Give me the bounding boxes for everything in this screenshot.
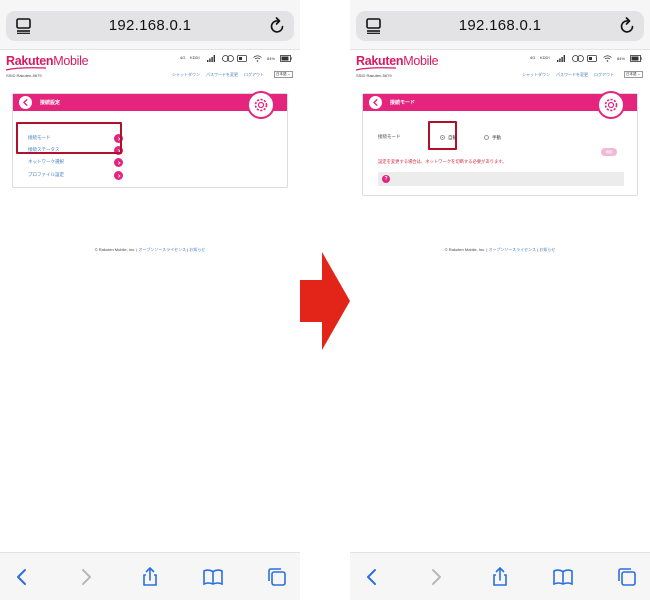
connection-mode-card: 接続モード 接続モード 自動 手動 適用 設定を変更する場合は、ネットワークを切…: [362, 91, 638, 196]
back-icon[interactable]: [362, 567, 382, 587]
radio-manual[interactable]: 手動: [484, 135, 504, 143]
shutdown-link[interactable]: シャットダウン: [172, 72, 200, 78]
share-icon[interactable]: [490, 567, 510, 587]
url-text[interactable]: 192.168.0.1: [356, 17, 644, 34]
page-title: 接続モード: [390, 100, 416, 106]
roaming-icon: [222, 55, 234, 62]
logout-link[interactable]: ログアウト: [244, 72, 264, 78]
arrow-right-icon: [300, 252, 350, 350]
forward-icon[interactable]: [426, 567, 446, 587]
browser-toolbar: 192.168.0.1: [350, 0, 650, 50]
tabs-icon[interactable]: [617, 567, 637, 587]
language-select[interactable]: 日本語 ⌄: [624, 71, 643, 78]
menu-item-network-select[interactable]: ネットワーク選択: [28, 158, 123, 167]
phone-screen-right: 192.168.0.1 RakutenMobile SSID Rakuten-5…: [350, 0, 650, 600]
browser-bottom-toolbar: [350, 552, 650, 600]
ssid-label: SSID Rakuten-5679: [356, 73, 392, 78]
language-select[interactable]: 日本語 ⌄: [274, 71, 293, 78]
footer: © Rakuten Mobile, Inc. | オープンソースライセンス | …: [94, 247, 206, 252]
logout-link[interactable]: ログアウト: [594, 72, 614, 78]
browser-bottom-toolbar: [0, 552, 300, 600]
battery-icon: [630, 55, 642, 62]
change-password-link[interactable]: パスワードを変更: [556, 72, 588, 78]
highlight-box-connection-mode: [16, 122, 122, 154]
connection-mode-label: 接続モード: [378, 134, 401, 139]
back-icon[interactable]: [12, 567, 32, 587]
address-bar[interactable]: 192.168.0.1: [356, 11, 644, 41]
arrow-right-icon: [114, 158, 123, 167]
sim-icon: [237, 55, 247, 62]
notices-link[interactable]: お知らせ: [189, 247, 205, 252]
battery-icon: [280, 55, 292, 62]
shutdown-link[interactable]: シャットダウン: [522, 72, 550, 78]
phone-screen-left: 192.168.0.1 RakutenMobile SSID Rakuten-5…: [0, 0, 300, 600]
rakuten-logo: RakutenMobile: [356, 54, 439, 68]
bookmarks-icon[interactable]: [203, 567, 223, 587]
battery-percent: 84%: [267, 56, 276, 61]
chevron-left-icon: [372, 99, 378, 106]
logo-swoosh-icon: [6, 67, 46, 71]
card-header: 接続モード: [363, 91, 637, 119]
settings-badge: [247, 91, 275, 119]
url-text[interactable]: 192.168.0.1: [6, 17, 294, 34]
header-links: シャットダウン パスワードを変更 ログアウト: [522, 72, 622, 78]
address-bar[interactable]: 192.168.0.1: [6, 11, 294, 41]
share-icon[interactable]: [140, 567, 160, 587]
wifi-icon: [603, 55, 612, 62]
carrier-name: KDDI: [540, 55, 550, 60]
change-password-link[interactable]: パスワードを変更: [206, 72, 238, 78]
header-links: シャットダウン パスワードを変更 ログアウト: [172, 72, 272, 78]
status-bar: 4G KDDI 84%: [530, 55, 645, 63]
browser-toolbar: 192.168.0.1: [0, 0, 300, 50]
radio-manual-dot[interactable]: [484, 135, 489, 140]
forward-icon[interactable]: [76, 567, 96, 587]
logo-swoosh-icon: [356, 67, 396, 71]
menu-item-profile-settings[interactable]: プロファイル設定: [28, 171, 123, 180]
arrow-right-icon: [114, 171, 123, 180]
network-type: 4G: [530, 55, 536, 60]
oss-license-link[interactable]: オープンソースライセンス: [139, 247, 186, 252]
page-title: 接続設定: [40, 100, 61, 106]
status-bar: 4G KDDI 84%: [180, 55, 295, 63]
signal-icon: [207, 55, 215, 62]
oss-license-link[interactable]: オープンソースライセンス: [489, 247, 536, 252]
reload-icon[interactable]: [269, 17, 285, 34]
highlight-box-auto: [428, 121, 457, 150]
settings-badge: [597, 91, 625, 119]
carrier-name: KDDI: [190, 55, 200, 60]
gear-icon: [254, 98, 268, 112]
wifi-icon: [253, 55, 262, 62]
signal-icon: [557, 55, 565, 62]
tabs-icon[interactable]: [267, 567, 287, 587]
reload-icon[interactable]: [619, 17, 635, 34]
back-button[interactable]: [19, 96, 32, 109]
network-type: 4G: [180, 55, 186, 60]
battery-percent: 84%: [617, 56, 626, 61]
gear-icon: [604, 98, 618, 112]
help-icon[interactable]: ?: [382, 175, 390, 183]
rakuten-logo: RakutenMobile: [6, 54, 89, 68]
back-button[interactable]: [369, 96, 382, 109]
sim-icon: [587, 55, 597, 62]
apply-button[interactable]: 適用: [601, 148, 617, 156]
roaming-icon: [572, 55, 584, 62]
ssid-label: SSID Rakuten-5679: [6, 73, 42, 78]
card-header: 接続設定: [13, 91, 287, 119]
notices-link[interactable]: お知らせ: [539, 247, 555, 252]
help-bar: ?: [378, 172, 624, 186]
chevron-left-icon: [22, 99, 28, 106]
bookmarks-icon[interactable]: [553, 567, 573, 587]
footer: © Rakuten Mobile, Inc. | オープンソースライセンス | …: [444, 247, 556, 252]
disconnect-notice: 設定を変更する場合は、ネットワークを切断する必要があります。: [378, 159, 507, 164]
